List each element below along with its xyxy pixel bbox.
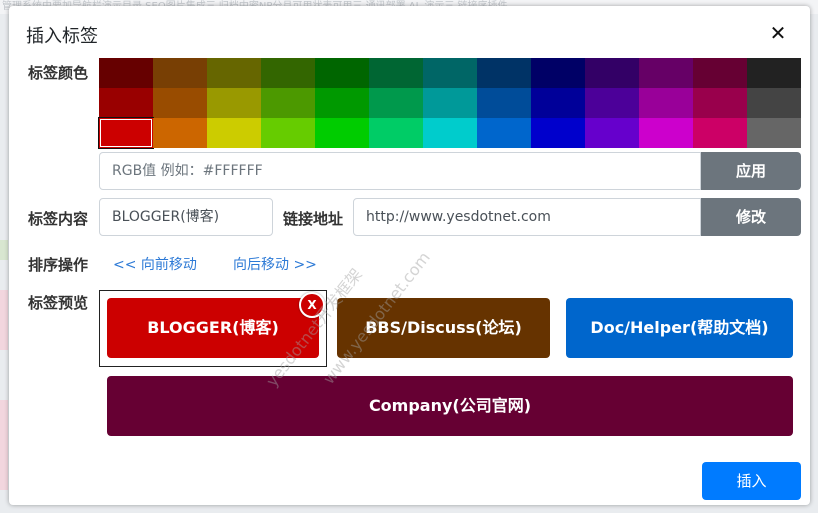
link-input-group: http://www.yesdotnet.com 修改 [353,198,801,236]
color-swatch[interactable] [261,58,315,88]
color-swatch[interactable] [693,88,747,118]
color-swatch[interactable] [477,118,531,148]
link-address-label: 链接地址 [283,210,344,228]
tag-content-input[interactable]: BLOGGER(博客) [99,198,273,236]
insert-button[interactable]: 插入 [702,462,801,500]
color-swatch[interactable] [153,58,207,88]
color-swatch[interactable] [585,58,639,88]
apply-button[interactable]: 应用 [701,152,801,190]
color-swatch[interactable] [747,58,801,88]
color-swatch[interactable] [315,88,369,118]
color-swatch[interactable] [261,118,315,148]
move-forward-link[interactable]: << 向前移动 [113,254,197,274]
sort-operation-label: 排序操作 [28,256,89,274]
modify-button[interactable]: 修改 [701,198,801,236]
color-swatch[interactable] [315,118,369,148]
color-swatch[interactable] [99,118,153,148]
color-swatch[interactable] [531,88,585,118]
tag-color-label: 标签颜色 [28,64,89,82]
color-swatch[interactable] [99,88,153,118]
preview-tag[interactable]: Doc/Helper(帮助文档) [566,298,793,358]
color-swatch[interactable] [207,58,261,88]
background-decoration [0,290,8,350]
color-palette [99,58,801,148]
tag-preview-label: 标签预览 [28,294,89,312]
link-address-input[interactable]: http://www.yesdotnet.com [353,198,701,236]
color-swatch[interactable] [423,118,477,148]
tag-content-label: 标签内容 [28,210,89,228]
close-icon[interactable]: ✕ [767,22,789,44]
color-swatch[interactable] [153,88,207,118]
color-swatch[interactable] [639,118,693,148]
color-swatch[interactable] [747,88,801,118]
color-swatch[interactable] [531,118,585,148]
background-decoration [0,400,8,490]
color-swatch[interactable] [531,58,585,88]
color-swatch[interactable] [747,118,801,148]
color-swatch[interactable] [315,58,369,88]
color-swatch[interactable] [369,88,423,118]
rgb-input[interactable] [99,152,701,190]
insert-tag-dialog: 插入标签 ✕ 标签颜色 应用 标签内容 BLOGGER(博客) 链接地址 htt… [9,6,810,505]
color-swatch[interactable] [477,88,531,118]
color-swatch[interactable] [639,88,693,118]
color-swatch[interactable] [477,58,531,88]
color-swatch[interactable] [207,88,261,118]
remove-tag-icon[interactable]: X [299,292,325,318]
color-swatch[interactable] [693,118,747,148]
preview-tag[interactable]: Company(公司官网) [107,376,793,436]
preview-tag[interactable]: BLOGGER(博客) [107,298,319,358]
color-swatch[interactable] [423,88,477,118]
rgb-input-group: 应用 [99,152,801,190]
color-swatch[interactable] [585,118,639,148]
move-backward-link[interactable]: 向后移动 >> [233,254,317,274]
color-swatch[interactable] [153,118,207,148]
color-swatch[interactable] [693,58,747,88]
color-swatch[interactable] [639,58,693,88]
background-decoration [0,240,8,260]
color-swatch[interactable] [261,88,315,118]
preview-tag[interactable]: BBS/Discuss(论坛) [337,298,550,358]
color-swatch[interactable] [207,118,261,148]
color-swatch[interactable] [99,58,153,88]
color-swatch[interactable] [585,88,639,118]
color-swatch[interactable] [369,58,423,88]
color-swatch[interactable] [423,58,477,88]
color-swatch[interactable] [369,118,423,148]
dialog-title: 插入标签 [26,26,98,47]
